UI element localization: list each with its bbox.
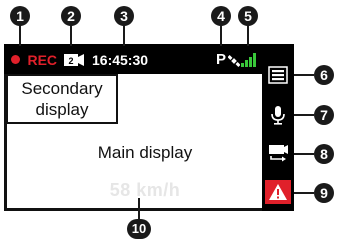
main-display-label: Main display [97, 143, 193, 162]
dual-camera-icon: 2 [64, 53, 84, 67]
rec-label: REC [27, 51, 58, 68]
callout-5: 5 [238, 6, 258, 26]
time-display: 16:45:30 [92, 52, 149, 68]
callout-leader [294, 114, 314, 116]
emergency-button[interactable] [265, 180, 291, 204]
callout-8: 8 [314, 144, 334, 164]
microphone-icon [271, 106, 285, 125]
callout-leader [123, 24, 125, 46]
speed-readout: 58 km/h [109, 180, 181, 200]
callout-6: 6 [314, 65, 334, 85]
signal-icon [241, 53, 257, 67]
switch-camera-button[interactable] [266, 142, 290, 162]
satellite-icon [227, 54, 241, 67]
secondary-display[interactable]: Secondary display [6, 74, 118, 124]
menu-button[interactable] [266, 64, 290, 86]
secondary-display-line2: display [35, 100, 89, 119]
callout-1: 1 [10, 6, 30, 26]
callout-leader [247, 24, 249, 46]
callout-10: 10 [127, 219, 151, 239]
callout-leader [19, 24, 21, 46]
gps-label: P [216, 51, 227, 68]
callout-leader [220, 24, 222, 46]
callout-3: 3 [114, 6, 134, 26]
callout-7: 7 [314, 105, 334, 125]
menu-icon [268, 66, 288, 84]
callout-2: 2 [61, 6, 81, 26]
callout-leader [70, 24, 72, 46]
secondary-display-line1: Secondary [21, 79, 103, 98]
svg-text:2: 2 [68, 56, 73, 66]
switch-camera-icon [269, 145, 288, 162]
emergency-icon [269, 184, 287, 200]
record-dot-icon [11, 55, 20, 65]
callout-leader [294, 192, 314, 194]
callout-4: 4 [211, 6, 231, 26]
callout-leader [294, 153, 314, 155]
callout-9: 9 [314, 183, 334, 203]
microphone-button[interactable] [268, 104, 288, 126]
recording-indicator: REC [11, 51, 58, 68]
callout-leader [294, 74, 314, 76]
